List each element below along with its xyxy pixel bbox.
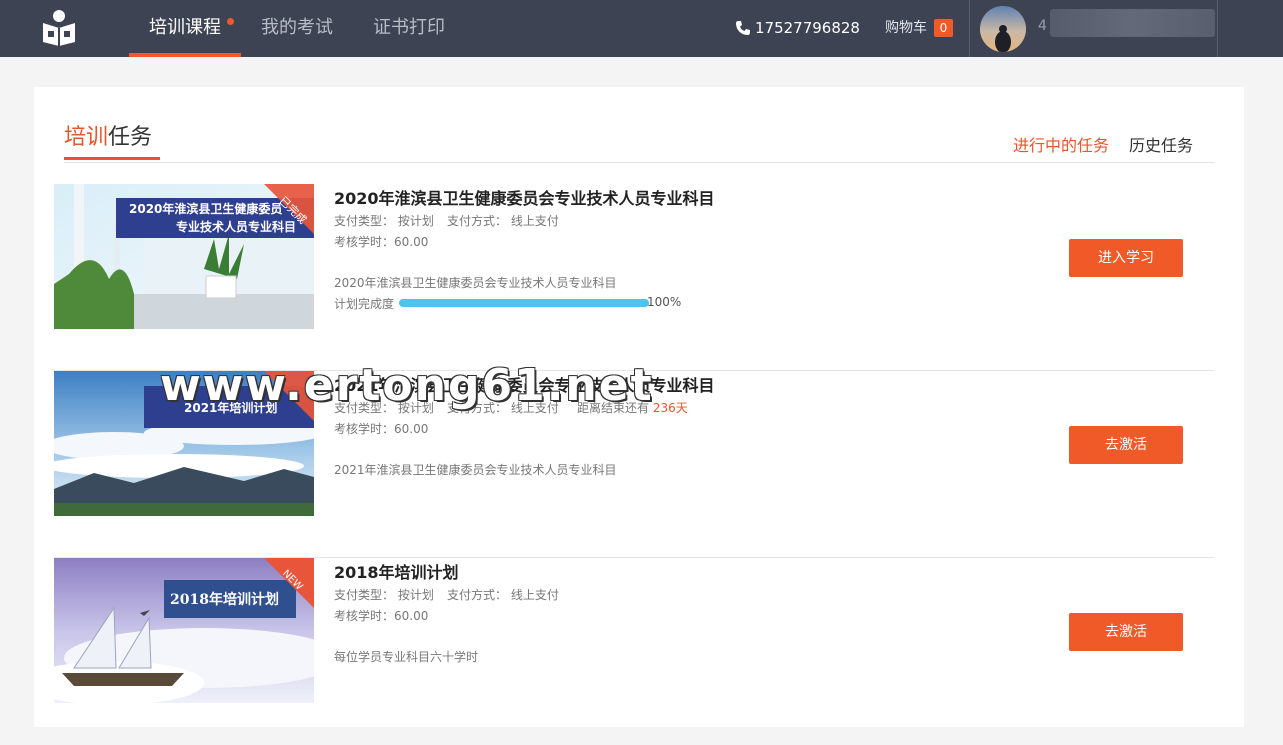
panel-divider xyxy=(64,162,1214,163)
pay-method: 支付方式： 线上支付 xyxy=(447,401,559,415)
progress-percent: 100% xyxy=(647,295,682,309)
nav-tab-exams[interactable]: 我的考试 xyxy=(261,0,333,57)
nav-separator xyxy=(969,0,970,57)
thumb-title-line1: 2021年培训计划 xyxy=(184,400,277,415)
username-redaction xyxy=(1050,9,1215,37)
task-description: 2021年淮滨县卫生健康委员会专业技术人员专业科目 xyxy=(334,463,617,477)
exam-hours: 考核学时：60.00 xyxy=(334,422,429,436)
pay-type: 支付类型： 按计划 xyxy=(334,588,434,602)
progress-fill xyxy=(399,299,649,307)
nav-tab-courses[interactable]: 培训课程 xyxy=(149,0,221,57)
phone-number: 17527796828 xyxy=(755,19,860,37)
thumb-title-line1: 2020年淮滨县卫生健康委员 xyxy=(129,201,282,216)
activate-button[interactable]: 去激活 xyxy=(1069,613,1183,651)
task-thumbnail[interactable]: 2020年淮滨县卫生健康委员 专业技术人员专业科目 已完成 xyxy=(54,184,314,329)
title-underline xyxy=(64,157,160,160)
task-thumbnail[interactable]: 2021年培训计划 xyxy=(54,371,314,516)
username[interactable]: 4 xyxy=(1038,18,1047,34)
cart-link[interactable]: 购物车 xyxy=(885,18,927,38)
task-description: 每位学员专业科目六十学时 xyxy=(334,650,479,664)
days-remaining: 236天 xyxy=(652,401,688,415)
tab-history-tasks[interactable]: 历史任务 xyxy=(1129,132,1193,156)
deadline-countdown: 距离结束还有 236天 xyxy=(577,401,688,415)
task-title[interactable]: 2018年培训计划 xyxy=(334,559,459,583)
nav-separator xyxy=(1217,0,1218,57)
progress-label: 计划完成度 xyxy=(334,297,395,311)
thumb-title-line1: 2018年培训计划 xyxy=(170,591,279,608)
activate-button[interactable]: 去激活 xyxy=(1069,426,1183,464)
exam-hours: 考核学时：60.00 xyxy=(334,235,429,249)
phone-icon xyxy=(736,21,750,35)
progress-bar xyxy=(399,299,649,307)
thumb-title-line2: 专业技术人员专业科目 xyxy=(176,219,296,234)
training-tasks-panel: 培训任务 进行中的任务 历史任务 2020年淮滨县卫生健康委员 专业技术人员专业… xyxy=(34,87,1244,727)
progress-section: 计划完成度 100% xyxy=(334,295,681,311)
exam-hours: 考核学时：60.00 xyxy=(334,609,429,623)
reader-logo-icon[interactable] xyxy=(40,9,78,47)
panel-title: 培训任务 xyxy=(64,125,153,150)
tab-ongoing-tasks[interactable]: 进行中的任务 xyxy=(1013,132,1109,156)
pay-type: 支付类型： 按计划 xyxy=(334,401,434,415)
task-title[interactable]: 2021年淮滨县卫生健康委员会专业技术人员专业科目 xyxy=(334,372,715,396)
phone-contact: 17527796828 xyxy=(735,17,860,39)
task-card: 2020年淮滨县卫生健康委员 专业技术人员专业科目 已完成 2020年淮滨县卫生… xyxy=(54,184,1214,371)
notification-dot xyxy=(227,18,234,25)
task-title[interactable]: 2020年淮滨县卫生健康委员会专业技术人员专业科目 xyxy=(334,185,715,209)
pay-method: 支付方式： 线上支付 xyxy=(447,214,559,228)
nav-tab-certificates[interactable]: 证书打印 xyxy=(373,0,445,57)
enter-study-button[interactable]: 进入学习 xyxy=(1069,239,1183,277)
task-card: 2018年培训计划 NEW 2018年培训计划 支付类型： 按计划 支付方式： … xyxy=(54,558,1214,745)
top-navbar: 培训课程 我的考试 证书打印 17527796828 购物车 0 4 xyxy=(0,0,1283,57)
task-description: 2020年淮滨县卫生健康委员会专业技术人员专业科目 xyxy=(334,276,617,290)
task-card: 2021年培训计划 2021年淮滨县卫生健康委员会专业技术人员专业科目 支付类型… xyxy=(54,371,1214,558)
user-avatar[interactable] xyxy=(980,6,1026,52)
pay-method: 支付方式： 线上支付 xyxy=(447,588,559,602)
pay-type: 支付类型： 按计划 xyxy=(334,214,434,228)
task-thumbnail[interactable]: 2018年培训计划 NEW xyxy=(54,558,314,703)
nav-active-underline xyxy=(129,53,241,57)
cart-count-badge: 0 xyxy=(934,19,953,37)
